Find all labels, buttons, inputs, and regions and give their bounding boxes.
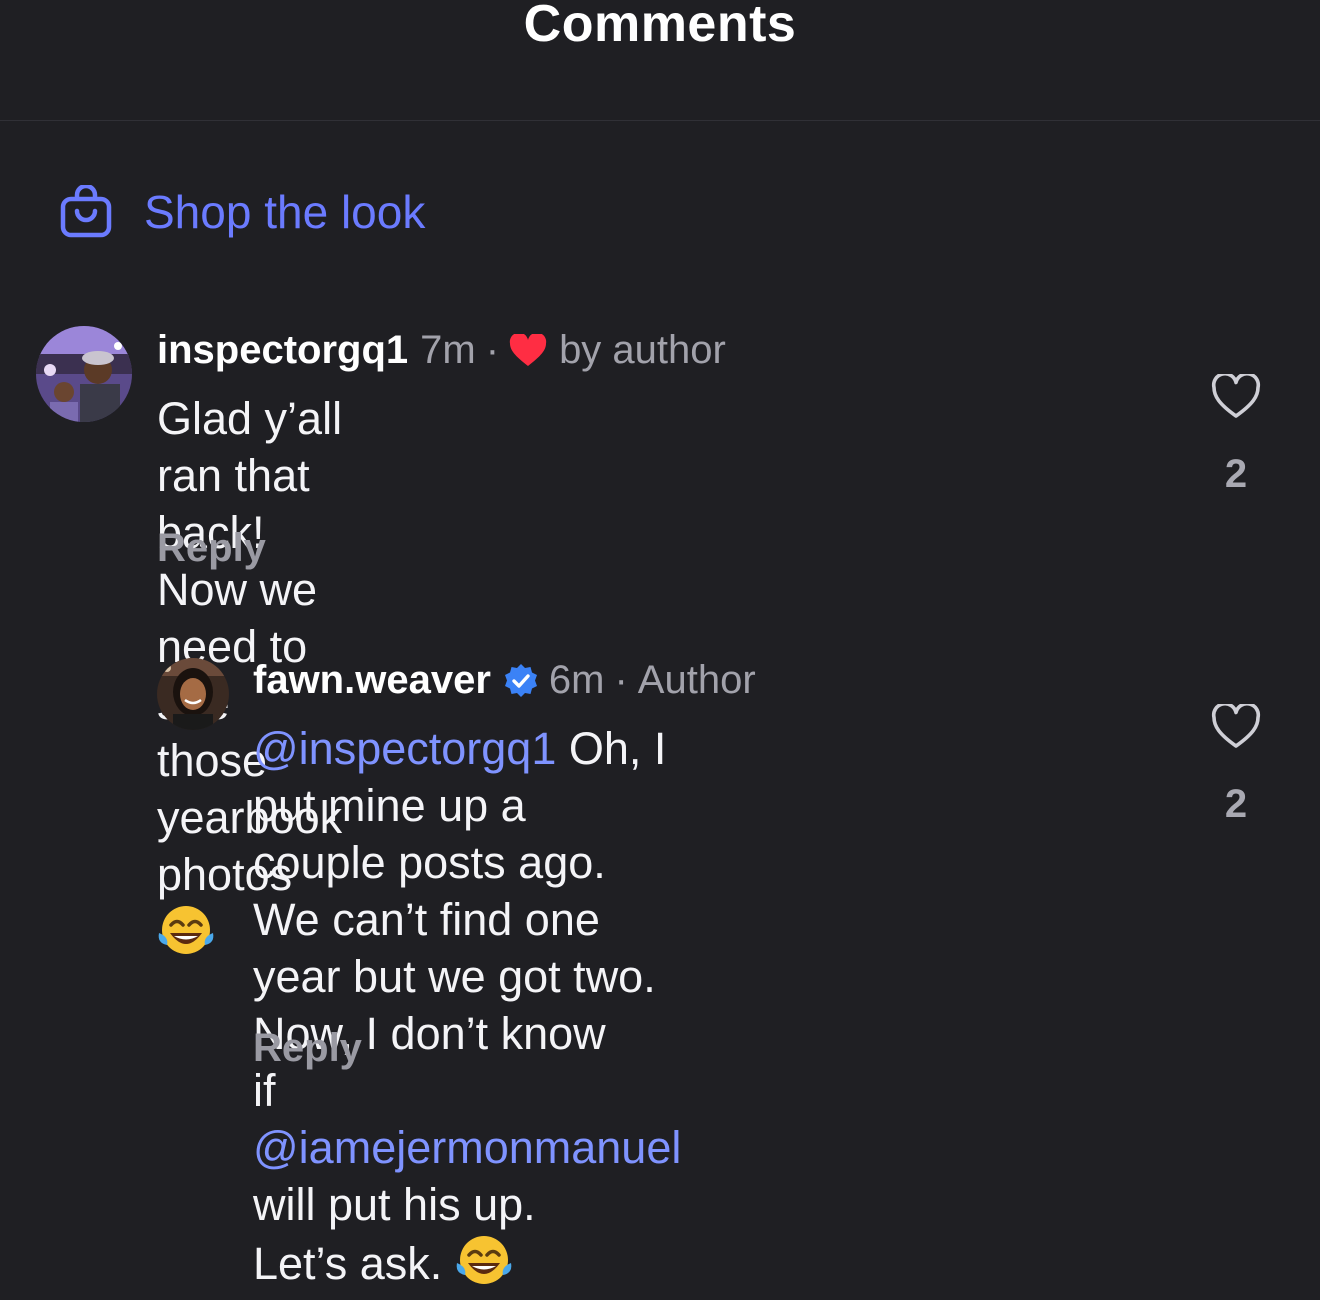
like-button[interactable] — [1206, 701, 1266, 755]
meta-separator: · — [485, 328, 500, 372]
tears-of-joy-emoji-icon — [157, 903, 215, 970]
comment-line: Let’s ask. — [253, 1238, 443, 1289]
page-title: Comments — [523, 0, 797, 53]
heart-outline-icon — [1211, 371, 1261, 424]
like-count: 2 — [1224, 782, 1248, 826]
comment-timestamp: 7m — [420, 328, 476, 372]
author-label: Author — [637, 658, 756, 702]
comment-timestamp: 6m — [548, 658, 605, 702]
mention-link[interactable]: @iamejermonmanuel — [253, 1122, 681, 1173]
reply-button[interactable]: Reply — [157, 526, 266, 571]
comment-username[interactable]: fawn.weaver — [253, 658, 491, 703]
shop-the-look-label: Shop the look — [144, 186, 426, 238]
comment-line: couple posts ago. We can’t find one — [253, 837, 606, 945]
avatar[interactable] — [36, 326, 132, 422]
comment-text: @inspectorgq1 Oh, I put mine up a couple… — [253, 720, 681, 1300]
comments-header: Comments — [0, 0, 1320, 121]
liked-by-author-label: by author — [559, 328, 726, 372]
like-button[interactable] — [1206, 371, 1266, 425]
heart-outline-icon — [1211, 701, 1261, 754]
shopping-bag-icon — [60, 183, 112, 239]
shop-the-look-button[interactable]: Shop the look — [60, 182, 425, 242]
heart-filled-icon — [509, 333, 547, 368]
avatar[interactable] — [157, 658, 229, 730]
mention-link[interactable]: @inspectorgq1 — [253, 723, 556, 774]
reply-button[interactable]: Reply — [253, 1026, 362, 1071]
like-count: 2 — [1224, 452, 1248, 496]
comment-text-segment: will put his up. — [253, 1179, 536, 1230]
tears-of-joy-emoji-icon — [455, 1233, 513, 1300]
comment-username[interactable]: inspectorgq1 — [157, 328, 408, 373]
verified-badge-icon — [503, 663, 539, 699]
meta-separator: · — [614, 658, 628, 702]
comment-text-segment: if — [253, 1065, 276, 1116]
